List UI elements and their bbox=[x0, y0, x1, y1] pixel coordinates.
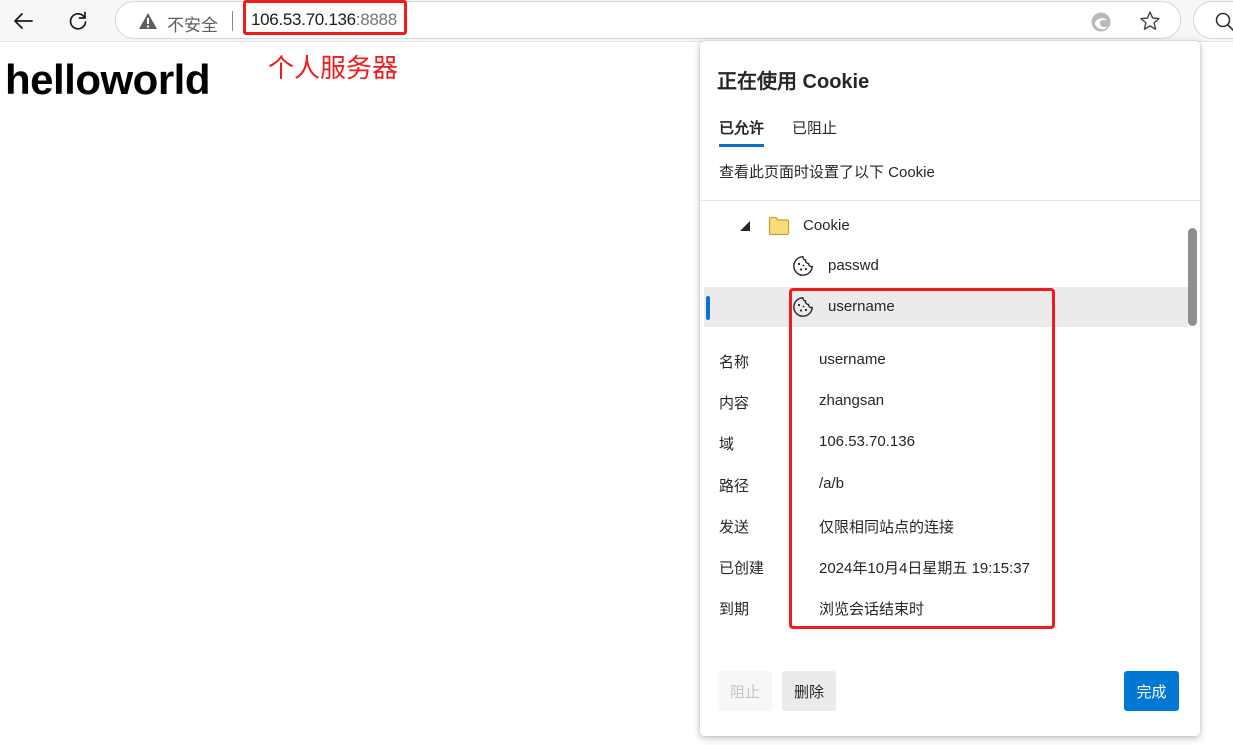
url-annotation-box bbox=[243, 0, 407, 35]
detail-row-path: 路径 /a/b bbox=[719, 475, 1179, 499]
folder-icon bbox=[768, 216, 790, 236]
detail-key: 路径 bbox=[719, 478, 750, 495]
scrollbar-thumb[interactable] bbox=[1188, 228, 1197, 326]
divider bbox=[700, 200, 1200, 201]
detail-value: 浏览会话结束时 bbox=[819, 601, 925, 618]
block-button[interactable]: 阻止 bbox=[718, 671, 772, 711]
detail-value: username bbox=[819, 351, 886, 368]
reload-button[interactable] bbox=[62, 5, 94, 37]
selection-indicator bbox=[706, 296, 710, 320]
cookie-icon bbox=[793, 297, 813, 317]
detail-row-domain: 域 106.53.70.136 bbox=[719, 433, 1179, 457]
search-icon bbox=[1215, 12, 1233, 32]
cookie-label: username bbox=[828, 298, 895, 315]
page-heading: helloworld bbox=[5, 56, 211, 103]
detail-key: 发送 bbox=[719, 519, 750, 536]
annotation-label: 个人服务器 bbox=[268, 53, 399, 83]
tab-blocked[interactable]: 已阻止 bbox=[792, 117, 837, 144]
star-icon[interactable] bbox=[1139, 10, 1161, 32]
done-button[interactable]: 完成 bbox=[1124, 671, 1179, 711]
detail-row-expires: 到期 浏览会话结束时 bbox=[719, 598, 1179, 622]
detail-value: zhangsan bbox=[819, 392, 885, 409]
delete-button[interactable]: 删除 bbox=[782, 671, 836, 711]
detail-row-name: 名称 username bbox=[719, 351, 1179, 375]
tab-allowed[interactable]: 已允许 bbox=[719, 117, 765, 147]
reload-icon bbox=[69, 11, 87, 30]
edge-icon[interactable] bbox=[1090, 11, 1112, 33]
detail-row-send: 发送 仅限相同站点的连接 bbox=[719, 516, 1179, 540]
tree-item-username[interactable]: username bbox=[704, 287, 1188, 327]
folder-label: Cookie bbox=[803, 217, 850, 234]
back-button[interactable] bbox=[7, 5, 39, 37]
arrow-left-icon bbox=[14, 13, 33, 29]
detail-row-created: 已创建 2024年10月4日星期五 19:15:37 bbox=[719, 557, 1179, 581]
detail-value: 仅限相同站点的连接 bbox=[819, 519, 955, 536]
cookie-panel: 正在使用 Cookie 已允许 已阻止 查看此页面时设置了以下 Cookie C… bbox=[700, 41, 1200, 736]
address-separator bbox=[232, 11, 233, 31]
cookie-label: passwd bbox=[828, 257, 879, 274]
detail-key: 到期 bbox=[719, 601, 750, 618]
detail-key: 名称 bbox=[719, 354, 750, 371]
tree-item-passwd[interactable]: passwd bbox=[704, 246, 1188, 286]
detail-key: 域 bbox=[719, 436, 735, 453]
detail-value: /a/b bbox=[819, 475, 845, 492]
security-status-label[interactable]: 不安全 bbox=[167, 11, 218, 36]
browser-toolbar: 不安全 106.53.70.136:8888 bbox=[0, 0, 1233, 42]
search-button[interactable] bbox=[1193, 1, 1233, 39]
panel-description: 查看此页面时设置了以下 Cookie bbox=[719, 164, 935, 181]
detail-key: 内容 bbox=[719, 395, 750, 412]
panel-title: 正在使用 Cookie bbox=[717, 71, 870, 93]
detail-key: 已创建 bbox=[719, 560, 765, 577]
tree-folder-cookie[interactable]: Cookie bbox=[704, 206, 1188, 246]
cookie-icon bbox=[793, 256, 813, 276]
detail-row-content: 内容 zhangsan bbox=[719, 392, 1179, 416]
warning-icon[interactable] bbox=[138, 12, 158, 30]
caret-expanded-icon[interactable] bbox=[740, 221, 750, 231]
detail-value: 106.53.70.136 bbox=[819, 433, 915, 450]
detail-value: 2024年10月4日星期五 19:15:37 bbox=[819, 560, 1030, 577]
